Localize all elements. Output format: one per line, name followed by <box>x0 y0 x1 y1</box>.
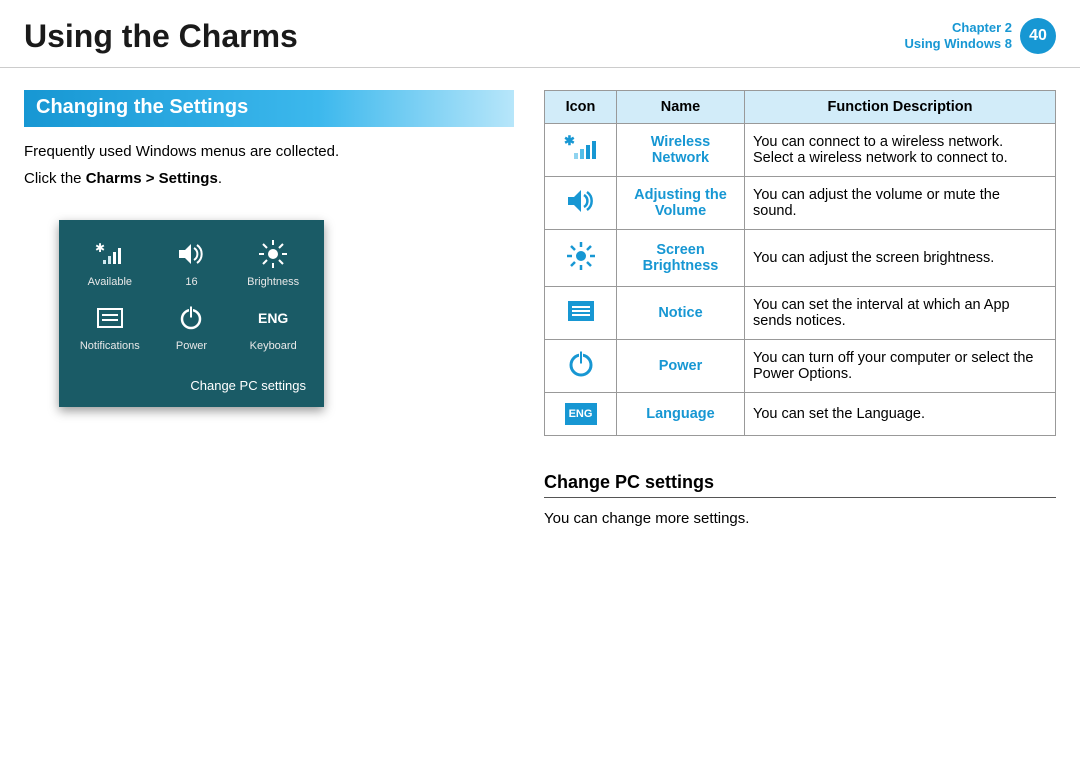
cell-icon-power <box>545 340 617 393</box>
panel-label-volume: 16 <box>185 276 197 288</box>
function-table: Icon Name Function Description ✱ <box>544 90 1056 436</box>
cell-desc-wireless: You can connect to a wireless network. S… <box>745 124 1056 177</box>
cell-icon-volume <box>545 177 617 230</box>
svg-text:✱: ✱ <box>564 135 575 148</box>
cell-name-volume: Adjusting the Volume <box>617 177 745 230</box>
panel-label-available: Available <box>88 276 132 288</box>
wifi-icon: ✱ <box>94 238 126 270</box>
eng-badge: ENG <box>565 403 597 425</box>
panel-label-notifications: Notifications <box>80 340 140 352</box>
table-row: Adjusting the Volume You can adjust the … <box>545 177 1056 230</box>
notifications-icon <box>94 302 126 334</box>
sub-heading-change-pc: Change PC settings <box>544 472 1056 498</box>
content-area: Changing the Settings Frequently used Wi… <box>0 68 1080 557</box>
cell-name-notice: Notice <box>617 287 745 340</box>
panel-item-available[interactable]: ✱ Available <box>69 238 151 288</box>
intro-line-2: Click the Charms > Settings. <box>24 168 514 191</box>
cell-name-wireless: Wireless Network <box>617 124 745 177</box>
cell-icon-brightness <box>545 230 617 287</box>
panel-item-brightness[interactable]: Brightness <box>232 238 314 288</box>
sub-text: You can change more settings. <box>544 508 1056 531</box>
cell-icon-wireless: ✱ <box>545 124 617 177</box>
panel-item-keyboard[interactable]: ENG Keyboard <box>232 302 314 352</box>
cell-desc-brightness: You can adjust the screen brightness. <box>745 230 1056 287</box>
table-header-row: Icon Name Function Description <box>545 91 1056 124</box>
chapter-line-1: Chapter 2 <box>905 20 1013 36</box>
table-row: ✱ Wireless Network You can connect to a … <box>545 124 1056 177</box>
cell-name-power: Power <box>617 340 745 393</box>
brightness-icon <box>565 240 597 272</box>
chapter-info: Chapter 2 Using Windows 8 <box>905 20 1013 51</box>
cell-desc-power: You can turn off your computer or select… <box>745 340 1056 393</box>
panel-label-power: Power <box>176 340 207 352</box>
page-title: Using the Charms <box>24 18 298 55</box>
wifi-icon: ✱ <box>564 135 598 161</box>
panel-label-brightness: Brightness <box>247 276 299 288</box>
table-row: ENG Language You can set the Language. <box>545 393 1056 436</box>
intro-prefix: Click the <box>24 170 86 187</box>
th-desc: Function Description <box>745 91 1056 124</box>
table-row: Screen Brightness You can adjust the scr… <box>545 230 1056 287</box>
left-column: Changing the Settings Frequently used Wi… <box>24 90 514 535</box>
th-name: Name <box>617 91 745 124</box>
settings-panel: ✱ Available <box>59 220 324 407</box>
power-icon <box>175 302 207 334</box>
cell-name-brightness: Screen Brightness <box>617 230 745 287</box>
cell-name-language: Language <box>617 393 745 436</box>
svg-text:✱: ✱ <box>95 242 105 255</box>
intro-bold: Charms > Settings <box>86 170 218 187</box>
cell-icon-language: ENG <box>545 393 617 436</box>
brightness-icon <box>257 238 289 270</box>
intro-line-1: Frequently used Windows menus are collec… <box>24 141 514 164</box>
header-right: Chapter 2 Using Windows 8 40 <box>905 18 1057 54</box>
volume-icon <box>566 187 596 215</box>
chapter-line-2: Using Windows 8 <box>905 36 1013 52</box>
cell-desc-volume: You can adjust the volume or mute the so… <box>745 177 1056 230</box>
table-row: Power You can turn off your computer or … <box>545 340 1056 393</box>
eng-label-white: ENG <box>257 305 289 331</box>
cell-desc-notice: You can set the interval at which an App… <box>745 287 1056 340</box>
volume-icon <box>175 238 207 270</box>
notice-icon <box>566 299 596 323</box>
right-column: Icon Name Function Description ✱ <box>544 90 1056 535</box>
panel-item-volume[interactable]: 16 <box>151 238 233 288</box>
page-header: Using the Charms Chapter 2 Using Windows… <box>0 0 1080 68</box>
change-pc-settings-link[interactable]: Change PC settings <box>69 378 314 393</box>
table-row: Notice You can set the interval at which… <box>545 287 1056 340</box>
power-icon <box>567 350 595 378</box>
panel-item-notifications[interactable]: Notifications <box>69 302 151 352</box>
cell-icon-notice <box>545 287 617 340</box>
cell-desc-language: You can set the Language. <box>745 393 1056 436</box>
th-icon: Icon <box>545 91 617 124</box>
panel-grid: ✱ Available <box>69 238 314 352</box>
keyboard-icon: ENG <box>257 302 289 334</box>
panel-item-power[interactable]: Power <box>151 302 233 352</box>
intro-suffix: . <box>218 170 222 187</box>
page-number-badge: 40 <box>1020 18 1056 54</box>
section-heading: Changing the Settings <box>24 90 514 127</box>
panel-label-keyboard: Keyboard <box>250 340 297 352</box>
